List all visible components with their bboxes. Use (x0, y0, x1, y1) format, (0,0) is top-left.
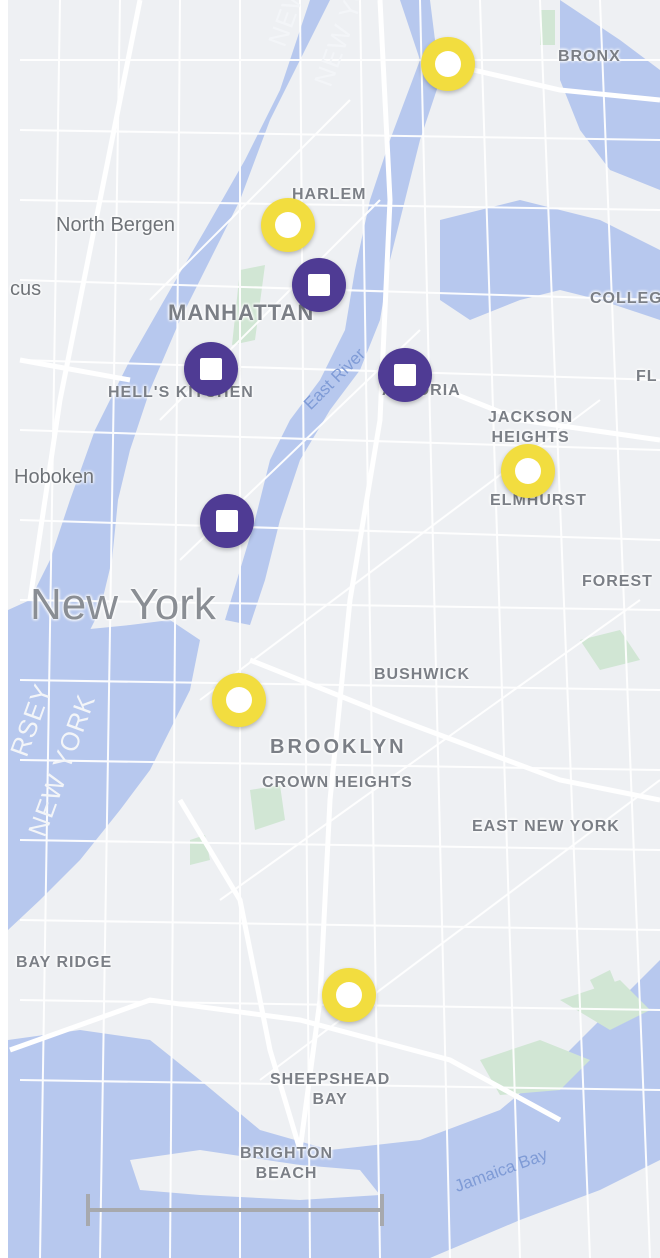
label-harlem: HARLEM (292, 186, 367, 203)
marker-center (336, 982, 362, 1008)
marker-elmhurst[interactable] (501, 444, 555, 498)
label-crown-heights: CROWN HEIGHTS (262, 774, 413, 791)
marker-bronx[interactable] (421, 37, 475, 91)
marker-harlem[interactable] (261, 198, 315, 252)
label-north-bergen: North Bergen (56, 214, 175, 236)
label-new-york-city: New York (30, 580, 216, 629)
marker-hells-kitchen[interactable] (184, 342, 238, 396)
label-east-new-york: EAST NEW YORK (472, 818, 620, 835)
label-bronx: BRONX (558, 48, 621, 65)
label-brighton-beach: BRIGHTON BEACH (240, 1145, 334, 1182)
label-colleg: COLLEG (590, 290, 660, 307)
marker-square-icon (200, 358, 222, 380)
marker-brooklyn-heights[interactable] (212, 673, 266, 727)
label-brooklyn: BROOKLYN (270, 736, 407, 758)
marker-center (226, 687, 252, 713)
marker-midtown-south[interactable] (200, 494, 254, 548)
marker-sheepshead[interactable] (322, 968, 376, 1022)
label-jackson-heights: JACKSON HEIGHTS (488, 409, 574, 446)
map-canvas[interactable]: NEW JE NEW YO BRONX HARLEM North Bergen … (0, 0, 660, 1258)
label-manhattan: MANHATTAN (168, 300, 315, 325)
marker-center (435, 51, 461, 77)
label-hoboken: Hoboken (14, 466, 95, 488)
marker-square-icon (308, 274, 330, 296)
label-forest: FOREST (582, 573, 653, 590)
marker-square-icon (394, 364, 416, 386)
label-fl: FL (636, 368, 658, 385)
marker-astoria[interactable] (378, 348, 432, 402)
marker-center (515, 458, 541, 484)
marker-square-icon (216, 510, 238, 532)
marker-upper-manhattan[interactable] (292, 258, 346, 312)
label-bay-ridge: BAY RIDGE (16, 954, 113, 971)
marker-center (275, 212, 301, 238)
label-sheepshead-bay: SHEEPSHEAD BAY (270, 1071, 391, 1108)
label-hells-kitchen: HELL'S KITCHEN (108, 384, 254, 401)
label-cus: cus (10, 278, 42, 300)
label-bushwick: BUSHWICK (374, 666, 470, 683)
scale-bar (86, 1194, 384, 1226)
